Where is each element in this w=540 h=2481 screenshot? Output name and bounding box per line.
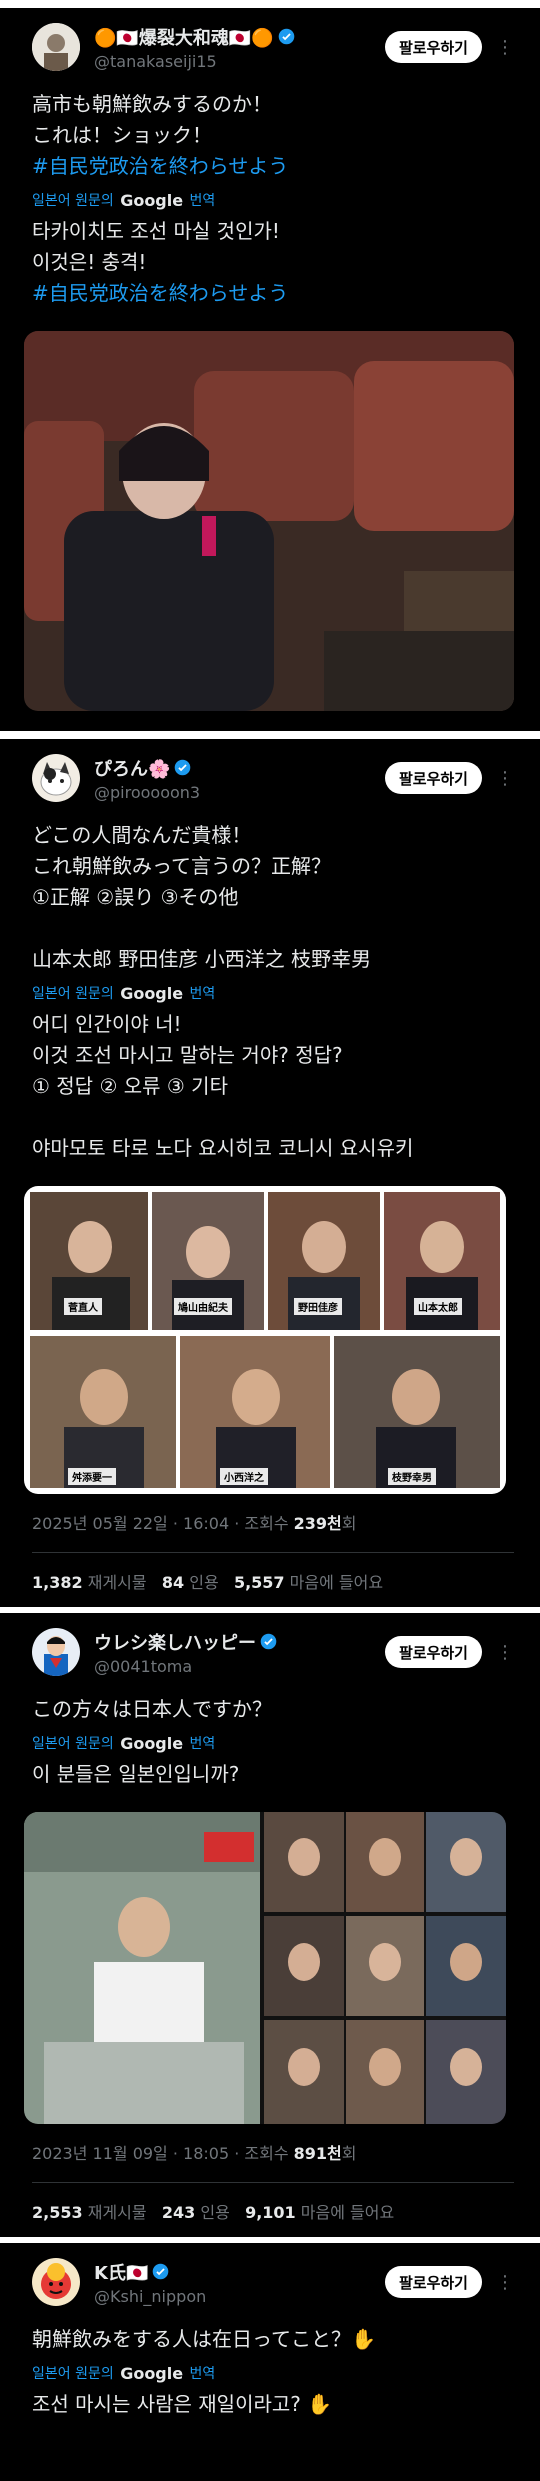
- tweet-header: K氏🇯🇵 @Kshi_nippon 팔로우하기 ⋮: [32, 2258, 514, 2306]
- translate-prefix: 일본어 원문의: [32, 986, 114, 1002]
- avatar[interactable]: [32, 1628, 80, 1676]
- timestamp-views[interactable]: 2025년 05월 22일 · 16:04 · 조회수 239천회: [32, 1510, 514, 1534]
- original-text: どこの人間なんだ貴様！ これ朝鮮飲みって言うの？正解？ ①正解 ②誤り ③その他…: [32, 823, 372, 971]
- translate-suffix: 번역: [189, 193, 216, 209]
- verified-badge-icon: [175, 759, 191, 776]
- google-translate-attribution[interactable]: 일본어 원문의 Google 번역: [32, 983, 514, 1003]
- follow-button[interactable]: 팔로우하기: [384, 31, 482, 63]
- display-name[interactable]: ぴろん🌸: [94, 755, 170, 781]
- photo-image: [24, 331, 514, 711]
- avatar-image: [32, 23, 80, 71]
- photo-collage-image: [24, 1812, 506, 2124]
- quotes-stat[interactable]: 84 인용: [162, 1573, 219, 1592]
- avatar[interactable]: [32, 754, 80, 802]
- tweet-4[interactable]: K氏🇯🇵 @Kshi_nippon 팔로우하기 ⋮ 朝鮮飲みをする人は在日ってこ…: [0, 2243, 540, 2420]
- hashtag-link[interactable]: #自民党政治を終わらせよう: [32, 278, 514, 309]
- follow-button[interactable]: 팔로우하기: [384, 762, 482, 794]
- handle[interactable]: @tanakaseiji15: [94, 52, 385, 71]
- view-count: 891천: [293, 2144, 342, 2163]
- display-name[interactable]: K氏🇯🇵: [94, 2259, 148, 2285]
- translated-text: 타카이치도 조선 마실 것인가! 이것은! 충격!: [32, 219, 280, 274]
- google-translate-attribution[interactable]: 일본어 원문의 Google 번역: [32, 190, 514, 210]
- divider: [32, 2182, 514, 2183]
- photo-caption: 枝野幸男: [388, 1468, 436, 1485]
- translate-prefix: 일본어 원문의: [32, 1736, 114, 1752]
- avatar-image: [32, 1628, 80, 1676]
- photo-caption: 山本太郎: [414, 1298, 462, 1315]
- avatar[interactable]: [32, 2258, 80, 2306]
- original-text: この方々は日本人ですか？: [32, 1697, 272, 1721]
- tweet-header: 🟠🇯🇵爆裂大和魂🇯🇵🟠 @tanakaseiji15 팔로우하기 ⋮: [32, 23, 514, 71]
- handle[interactable]: @0041toma: [94, 1657, 385, 1676]
- avatar-image: [32, 754, 80, 802]
- verified-badge-icon: [278, 28, 294, 45]
- photo-caption: 菅直人: [64, 1298, 102, 1315]
- google-logo: Google: [120, 1733, 184, 1753]
- separator: [0, 731, 540, 739]
- photo-caption: 舛添要一: [68, 1468, 116, 1485]
- tweet-photo[interactable]: [24, 331, 514, 711]
- verified-badge-icon: [260, 1633, 277, 1650]
- translated-text: 이 분들은 일본인입니까?: [32, 1762, 240, 1786]
- translate-suffix: 번역: [189, 986, 216, 1002]
- timestamp: 2023년 11월 09일 · 18:05 · 조회수: [32, 2144, 289, 2163]
- divider: [32, 1552, 514, 1553]
- tweet-2[interactable]: ぴろん🌸 @pirooooon3 팔로우하기 ⋮ どこの人間なんだ貴様！ これ朝…: [0, 739, 540, 1607]
- google-translate-attribution[interactable]: 일본어 원문의 Google 번역: [32, 2363, 514, 2383]
- photo-caption: 鳩山由紀夫: [174, 1298, 232, 1315]
- verified-badge-icon: [153, 2263, 169, 2280]
- tweet-photo-collage[interactable]: [24, 1812, 506, 2124]
- follow-button[interactable]: 팔로우하기: [384, 2266, 482, 2298]
- translated-text: 어디 인간이야 너! 이것 조선 마시고 말하는 거야? 정답? ① 정답 ② …: [32, 1012, 414, 1160]
- translate-suffix: 번역: [189, 1736, 216, 1752]
- handle[interactable]: @Kshi_nippon: [94, 2287, 385, 2306]
- reposts-stat[interactable]: 2,553 재게시물: [32, 2203, 147, 2222]
- photo-caption: 小西洋之: [220, 1468, 268, 1485]
- google-logo: Google: [120, 983, 184, 1003]
- tweet-1[interactable]: 🟠🇯🇵爆裂大和魂🇯🇵🟠 @tanakaseiji15 팔로우하기 ⋮ 高市も朝鮮…: [0, 8, 540, 731]
- more-options-icon[interactable]: ⋮: [496, 37, 514, 58]
- translated-text: 조선 마시는 사람은 재일이라고? ✋: [32, 2392, 333, 2416]
- handle[interactable]: @pirooooon3: [94, 783, 385, 802]
- follow-button[interactable]: 팔로우하기: [384, 1636, 482, 1668]
- timestamp-views[interactable]: 2023년 11월 09일 · 18:05 · 조회수 891천회: [32, 2140, 514, 2164]
- more-options-icon[interactable]: ⋮: [496, 1642, 514, 1663]
- more-options-icon[interactable]: ⋮: [496, 768, 514, 789]
- original-text: 高市も朝鮮飲みするのか！ これは！ショック！: [32, 92, 272, 147]
- translate-prefix: 일본어 원문의: [32, 193, 114, 209]
- photo-caption: 野田佳彦: [294, 1298, 342, 1315]
- display-name[interactable]: 🟠🇯🇵爆裂大和魂🇯🇵🟠: [94, 24, 274, 50]
- hashtag-link[interactable]: #自民党政治を終わらせよう: [32, 151, 514, 182]
- avatar[interactable]: [32, 23, 80, 71]
- likes-stat[interactable]: 5,557 마음에 들어요: [234, 1573, 383, 1592]
- avatar-image: [32, 2258, 80, 2306]
- google-translate-attribution[interactable]: 일본어 원문의 Google 번역: [32, 1733, 514, 1753]
- tweet-photo-collage[interactable]: 菅直人 鳩山由紀夫 野田佳彦 山本太郎 舛添要一 小西洋之 枝野幸男: [24, 1186, 506, 1494]
- engagement-stats: 2,553 재게시물 243 인용 9,101 마음에 들어요: [32, 2199, 514, 2223]
- display-name[interactable]: ウレシ楽しハッピー: [94, 1629, 256, 1655]
- separator: [0, 0, 540, 8]
- translate-prefix: 일본어 원문의: [32, 2366, 114, 2382]
- google-logo: Google: [120, 2363, 184, 2383]
- original-text: 朝鮮飲みをする人は在日ってこと？✋: [32, 2327, 376, 2351]
- photo-collage-image: [30, 1192, 500, 1488]
- view-suffix: 회: [341, 2144, 357, 2163]
- translate-suffix: 번역: [189, 2366, 216, 2382]
- timestamp: 2025년 05월 22일 · 16:04 · 조회수: [32, 1514, 289, 1533]
- view-suffix: 회: [341, 1514, 357, 1533]
- google-logo: Google: [120, 190, 184, 210]
- view-count: 239천: [293, 1514, 342, 1533]
- reposts-stat[interactable]: 1,382 재게시물: [32, 1573, 147, 1592]
- tweet-header: ウレシ楽しハッピー @0041toma 팔로우하기 ⋮: [32, 1628, 514, 1676]
- engagement-stats: 1,382 재게시물 84 인용 5,557 마음에 들어요: [32, 1569, 514, 1593]
- more-options-icon[interactable]: ⋮: [496, 2272, 514, 2293]
- likes-stat[interactable]: 9,101 마음에 들어요: [245, 2203, 394, 2222]
- tweet-header: ぴろん🌸 @pirooooon3 팔로우하기 ⋮: [32, 754, 514, 802]
- tweet-3[interactable]: ウレシ楽しハッピー @0041toma 팔로우하기 ⋮ この方々は日本人ですか？…: [0, 1613, 540, 2237]
- quotes-stat[interactable]: 243 인용: [162, 2203, 230, 2222]
